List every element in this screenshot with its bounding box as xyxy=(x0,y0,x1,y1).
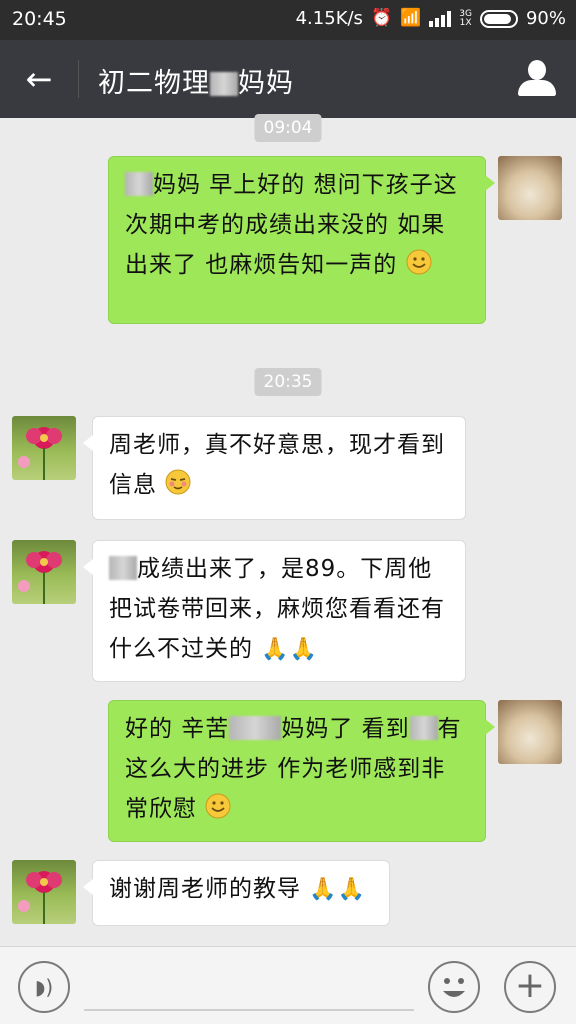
plus-icon: + xyxy=(514,965,546,1006)
chat-header: ← 初二物理 妈妈 xyxy=(0,40,576,118)
cat-avatar[interactable] xyxy=(498,700,562,764)
pray-emoji: 🙏🙏 xyxy=(261,637,319,662)
header-divider xyxy=(78,60,79,98)
voice-button[interactable]: ◗) xyxy=(18,961,70,1013)
profile-icon xyxy=(528,60,546,80)
redacted-name xyxy=(210,72,238,96)
flower-avatar[interactable] xyxy=(12,540,76,604)
status-bar: 20:45 4.15K/s ⏰ 📶 3G 1X 90% xyxy=(0,0,576,40)
battery-icon xyxy=(479,9,518,28)
pray-emoji: 🙏🙏 xyxy=(309,877,367,902)
chat-title-suffix: 妈妈 xyxy=(238,68,294,99)
blush-emoji xyxy=(165,469,191,495)
voice-icon: ◗) xyxy=(34,975,54,999)
message-bubble-sent[interactable]: 好的 辛苦 妈妈了 看到 有这么大的进步 作为老师感到非常欣慰 xyxy=(108,700,495,842)
back-button[interactable]: ← xyxy=(14,54,64,104)
flower-avatar[interactable] xyxy=(12,860,76,924)
message-bubble-received[interactable]: 成绩出来了，是89。下周他把试卷带回来，麻烦您看看还有什么不过关的 🙏🙏 xyxy=(83,540,466,682)
flower-icon xyxy=(18,551,62,604)
plus-button[interactable]: + xyxy=(504,961,556,1013)
status-time: 20:45 xyxy=(12,8,67,30)
timestamp: 09:04 xyxy=(254,114,322,142)
message-input[interactable] xyxy=(84,1009,414,1011)
flower-icon xyxy=(18,427,62,480)
emoji-button[interactable] xyxy=(428,961,480,1013)
emoji-icon xyxy=(443,978,465,997)
battery-percent: 90% xyxy=(525,8,566,29)
chat-title: 初二物理 妈妈 xyxy=(98,61,294,100)
message-bubble-sent[interactable]: 妈妈 早上好的 想问下孩子这次期中考的成绩出来没的 如果出来了 也麻烦告知一声的 xyxy=(108,156,495,324)
signal-icon xyxy=(429,10,452,27)
status-right: 4.15K/s ⏰ 📶 3G 1X 90% xyxy=(296,8,566,29)
network-speed: 4.15K/s xyxy=(295,8,363,29)
back-arrow-icon: ← xyxy=(25,60,53,98)
cat-avatar[interactable] xyxy=(498,156,562,220)
profile-button[interactable] xyxy=(516,58,558,100)
message-bubble-received[interactable]: 周老师，真不好意思，现才看到信息 xyxy=(83,416,466,520)
timestamp: 20:35 xyxy=(254,368,322,396)
smile-emoji xyxy=(205,793,231,819)
alarm-icon: ⏰ xyxy=(370,8,393,28)
input-bar: ◗) + xyxy=(0,946,576,1024)
message-bubble-received[interactable]: 谢谢周老师的教导 🙏🙏 xyxy=(83,860,390,926)
chat-title-prefix: 初二物理 xyxy=(98,68,210,99)
network-type-label: 3G 1X xyxy=(459,8,472,28)
flower-avatar[interactable] xyxy=(12,416,76,480)
flower-icon xyxy=(18,871,62,924)
smile-emoji xyxy=(406,249,432,275)
wifi-icon: 📶 xyxy=(400,8,422,28)
